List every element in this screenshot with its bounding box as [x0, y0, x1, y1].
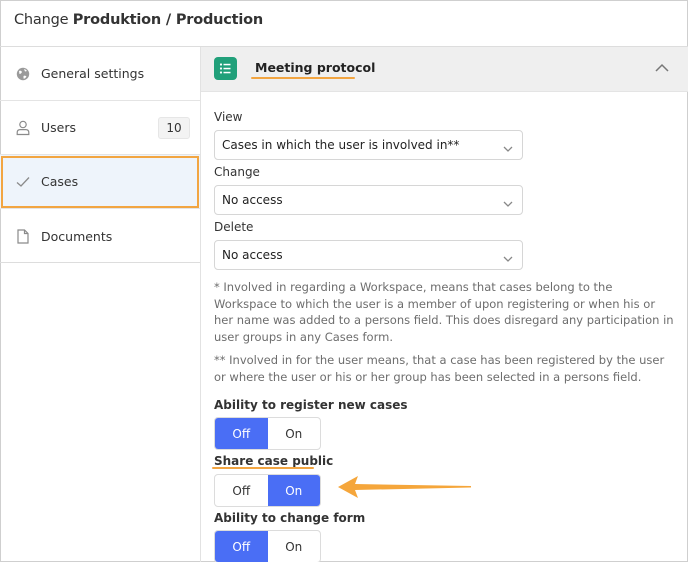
share-case-public-off[interactable]: Off: [215, 475, 268, 506]
change-form-label: Ability to change form: [214, 511, 366, 525]
sidebar-item-label: Users: [41, 120, 77, 135]
check-icon: [14, 173, 32, 191]
section-header-meeting-protocol[interactable]: Meeting protocol: [201, 47, 688, 92]
delete-select[interactable]: No access: [214, 240, 523, 270]
title-prefix: Change: [14, 12, 69, 28]
chevron-down-icon: [502, 195, 514, 207]
view-select-value: Cases in which the user is involved in**: [222, 138, 460, 152]
sidebar-item-cases[interactable]: Cases: [0, 155, 200, 209]
delete-label: Delete: [214, 220, 254, 234]
chevron-up-icon[interactable]: [654, 60, 670, 76]
section-title: Meeting protocol: [255, 60, 376, 75]
sidebar-item-general-settings[interactable]: General settings: [0, 47, 200, 101]
sidebar-divider: [200, 47, 201, 562]
globe-icon: [14, 65, 32, 83]
user-icon: [14, 119, 32, 137]
change-form-off[interactable]: Off: [215, 531, 268, 562]
chevron-down-icon: [502, 250, 514, 262]
title-name: Produktion / Production: [72, 12, 264, 28]
share-case-public-on[interactable]: On: [267, 475, 320, 506]
users-count-badge: 10: [158, 117, 190, 139]
sidebar-item-label: General settings: [41, 66, 145, 81]
register-cases-on[interactable]: On: [268, 418, 321, 449]
change-label: Change: [214, 165, 260, 179]
change-select-value: No access: [222, 193, 283, 207]
chevron-down-icon: [502, 140, 514, 152]
sidebar-item-documents[interactable]: Documents: [0, 209, 200, 263]
register-cases-off[interactable]: Off: [215, 418, 268, 449]
involved-user-note: ** Involved in for the user means, that …: [214, 353, 665, 384]
page-title: Change Produktion / Production: [14, 12, 263, 28]
sidebar-item-label: Documents: [41, 228, 113, 244]
sidebar: General settings Users 10 Cases Document…: [0, 47, 200, 263]
share-case-public-toggle[interactable]: Off On: [214, 474, 321, 507]
list-icon: [214, 57, 237, 80]
share-case-public-label: Share case public: [214, 454, 334, 468]
sidebar-item-users[interactable]: Users 10: [0, 101, 200, 155]
delete-select-value: No access: [222, 248, 283, 262]
register-cases-toggle[interactable]: Off On: [214, 417, 321, 450]
change-select[interactable]: No access: [214, 185, 523, 215]
annotation-arrow-icon: [336, 474, 476, 500]
annotation-underline: [212, 467, 314, 469]
involved-workspace-note: * Involved in regarding a Workspace, mea…: [214, 280, 674, 344]
change-form-on[interactable]: On: [268, 531, 321, 562]
view-select[interactable]: Cases in which the user is involved in**: [214, 130, 523, 160]
register-cases-label: Ability to register new cases: [214, 398, 408, 412]
view-label: View: [214, 110, 243, 124]
document-icon: [14, 227, 32, 245]
annotation-underline: [251, 77, 355, 79]
sidebar-item-label: Cases: [41, 174, 79, 189]
change-form-toggle[interactable]: Off On: [214, 530, 321, 562]
